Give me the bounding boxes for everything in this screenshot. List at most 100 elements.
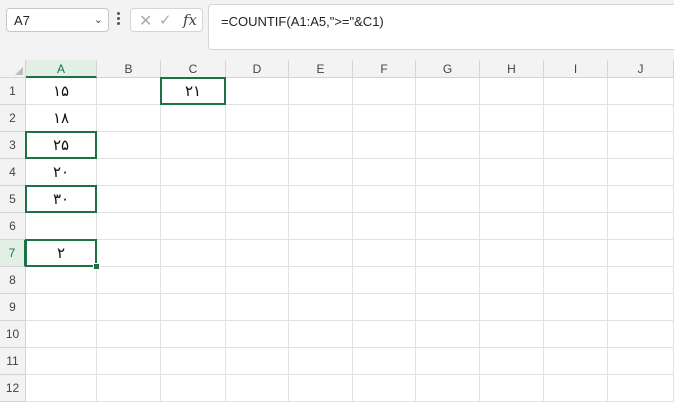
cell-j12[interactable] <box>608 375 674 402</box>
row-header-12[interactable]: 12 <box>0 375 26 402</box>
cell-c5[interactable] <box>161 186 226 213</box>
row-header-4[interactable]: 4 <box>0 159 26 186</box>
column-header-e[interactable]: E <box>289 60 353 78</box>
cell-f9[interactable] <box>353 294 416 321</box>
cell-a10[interactable] <box>26 321 97 348</box>
cell-h6[interactable] <box>480 213 544 240</box>
row-header-11[interactable]: 11 <box>0 348 26 375</box>
cell-h8[interactable] <box>480 267 544 294</box>
column-header-d[interactable]: D <box>226 60 289 78</box>
cell-g10[interactable] <box>416 321 480 348</box>
chevron-down-icon[interactable]: ⌄ <box>94 13 103 26</box>
cell-e7[interactable] <box>289 240 353 267</box>
cell-d10[interactable] <box>226 321 289 348</box>
cell-h9[interactable] <box>480 294 544 321</box>
cell-a9[interactable] <box>26 294 97 321</box>
row-header-6[interactable]: 6 <box>0 213 26 240</box>
cell-f8[interactable] <box>353 267 416 294</box>
cell-g3[interactable] <box>416 132 480 159</box>
cell-e10[interactable] <box>289 321 353 348</box>
cell-c12[interactable] <box>161 375 226 402</box>
cell-d4[interactable] <box>226 159 289 186</box>
cell-e3[interactable] <box>289 132 353 159</box>
cell-h3[interactable] <box>480 132 544 159</box>
cell-i12[interactable] <box>544 375 608 402</box>
more-options-icon[interactable] <box>115 10 121 30</box>
cell-i3[interactable] <box>544 132 608 159</box>
cell-g2[interactable] <box>416 105 480 132</box>
row-header-1[interactable]: 1 <box>0 78 26 105</box>
cell-e1[interactable] <box>289 78 353 105</box>
cell-c10[interactable] <box>161 321 226 348</box>
cell-g9[interactable] <box>416 294 480 321</box>
cell-e5[interactable] <box>289 186 353 213</box>
cell-b6[interactable] <box>97 213 161 240</box>
cell-d7[interactable] <box>226 240 289 267</box>
cell-j7[interactable] <box>608 240 674 267</box>
insert-function-icon[interactable]: fx <box>183 11 197 29</box>
cell-f1[interactable] <box>353 78 416 105</box>
row-header-8[interactable]: 8 <box>0 267 26 294</box>
column-header-f[interactable]: F <box>353 60 416 78</box>
cell-b4[interactable] <box>97 159 161 186</box>
cell-j4[interactable] <box>608 159 674 186</box>
cell-e8[interactable] <box>289 267 353 294</box>
cell-c8[interactable] <box>161 267 226 294</box>
cell-g6[interactable] <box>416 213 480 240</box>
cell-b5[interactable] <box>97 186 161 213</box>
column-header-g[interactable]: G <box>416 60 480 78</box>
cell-b9[interactable] <box>97 294 161 321</box>
column-header-c[interactable]: C <box>161 60 226 78</box>
cell-c7[interactable] <box>161 240 226 267</box>
row-header-2[interactable]: 2 <box>0 105 26 132</box>
cell-f7[interactable] <box>353 240 416 267</box>
cell-i4[interactable] <box>544 159 608 186</box>
cell-e2[interactable] <box>289 105 353 132</box>
row-header-7[interactable]: 7 <box>0 240 26 267</box>
cell-f10[interactable] <box>353 321 416 348</box>
cell-f12[interactable] <box>353 375 416 402</box>
cell-b8[interactable] <box>97 267 161 294</box>
cell-d8[interactable] <box>226 267 289 294</box>
cell-a1[interactable]: ۱۵ <box>26 78 97 105</box>
cell-i6[interactable] <box>544 213 608 240</box>
cell-d5[interactable] <box>226 186 289 213</box>
cell-h10[interactable] <box>480 321 544 348</box>
cell-h4[interactable] <box>480 159 544 186</box>
cell-e11[interactable] <box>289 348 353 375</box>
cancel-icon[interactable]: ✕ <box>139 11 152 31</box>
cell-i5[interactable] <box>544 186 608 213</box>
cell-f3[interactable] <box>353 132 416 159</box>
cell-j9[interactable] <box>608 294 674 321</box>
cell-f11[interactable] <box>353 348 416 375</box>
cell-i10[interactable] <box>544 321 608 348</box>
cell-f2[interactable] <box>353 105 416 132</box>
formula-input[interactable]: =COUNTIF(A1:A5,">="&C1) <box>208 4 674 50</box>
column-header-h[interactable]: H <box>480 60 544 78</box>
column-header-i[interactable]: I <box>544 60 608 78</box>
cell-g8[interactable] <box>416 267 480 294</box>
cell-j8[interactable] <box>608 267 674 294</box>
cell-i11[interactable] <box>544 348 608 375</box>
cell-j10[interactable] <box>608 321 674 348</box>
column-header-b[interactable]: B <box>97 60 161 78</box>
cell-b12[interactable] <box>97 375 161 402</box>
name-box[interactable]: A7 ⌄ <box>6 8 109 32</box>
cell-d11[interactable] <box>226 348 289 375</box>
select-all-button[interactable] <box>0 60 26 78</box>
cell-c9[interactable] <box>161 294 226 321</box>
cell-i2[interactable] <box>544 105 608 132</box>
cell-i9[interactable] <box>544 294 608 321</box>
cell-h5[interactable] <box>480 186 544 213</box>
cell-d12[interactable] <box>226 375 289 402</box>
cell-b7[interactable] <box>97 240 161 267</box>
cell-d2[interactable] <box>226 105 289 132</box>
column-header-a[interactable]: A <box>26 60 97 78</box>
cell-a2[interactable]: ۱۸ <box>26 105 97 132</box>
cell-f4[interactable] <box>353 159 416 186</box>
cell-j11[interactable] <box>608 348 674 375</box>
cell-b10[interactable] <box>97 321 161 348</box>
cell-e9[interactable] <box>289 294 353 321</box>
cell-a8[interactable] <box>26 267 97 294</box>
cell-c11[interactable] <box>161 348 226 375</box>
